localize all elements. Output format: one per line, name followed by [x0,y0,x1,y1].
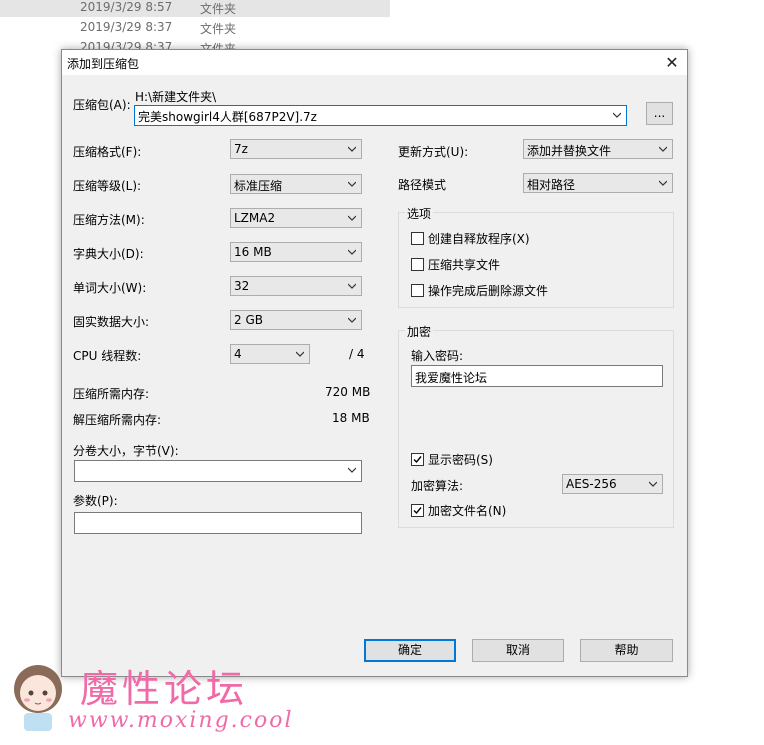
encrypt-names-checkbox[interactable] [411,504,424,517]
pathmode-label: 路径模式 [398,178,447,192]
format-select[interactable]: 7z [230,139,362,159]
chevron-down-icon [348,467,356,473]
browse-button[interactable]: ... [646,102,673,125]
password-value: 我爱魔性论坛 [415,371,488,385]
encryption-method-value: AES-256 [566,477,617,491]
encryption-group: 加密 输入密码: 我爱魔性论坛 显示密码(S) 加密算法: AES-256 加密… [398,323,674,528]
format-value: 7z [234,142,248,156]
word-select[interactable]: 32 [230,276,362,296]
format-label: 压缩格式(F): [73,145,142,159]
solid-select[interactable]: 2 GB [230,310,362,330]
show-password-label: 显示密码(S) [428,453,493,467]
level-select[interactable]: 标准压缩 [230,174,362,194]
options-group: 选项 创建自释放程序(X) 压缩共享文件 操作完成后删除源文件 [398,205,674,308]
encryption-method-select[interactable]: AES-256 [562,474,663,494]
shared-checkbox[interactable] [411,258,424,271]
ok-button[interactable]: 确定 [364,639,456,662]
level-value: 标准压缩 [234,179,283,193]
method-value: LZMA2 [234,211,276,225]
password-input[interactable]: 我爱魔性论坛 [411,365,663,387]
threads-value: 4 [234,347,242,361]
chevron-down-icon [348,181,356,187]
threads-total: / 4 [349,347,365,361]
file-type: 文件夹 [200,22,237,36]
mem-compress-label: 压缩所需内存: [73,387,150,401]
watermark-url: www.moxing.cool [68,708,294,733]
file-row[interactable]: 2019/3/29 8:57 文件夹 [0,0,390,17]
file-type: 文件夹 [200,2,237,16]
encryption-method-label: 加密算法: [411,479,464,493]
encrypt-names-label: 加密文件名(N) [428,504,507,518]
dialog-title: 添加到压缩包 [67,57,140,71]
chevron-down-icon [348,215,356,221]
encryption-title: 加密 [405,323,434,340]
method-label: 压缩方法(M): [73,213,145,227]
file-date: 2019/3/29 8:37 [80,20,173,34]
help-button[interactable]: 帮助 [580,639,673,662]
cancel-button[interactable]: 取消 [472,639,564,662]
threads-label: CPU 线程数: [73,349,142,363]
dict-select[interactable]: 16 MB [230,242,362,262]
word-value: 32 [234,279,250,293]
archive-name-combo[interactable]: 完美showgirl4人群[687P2V].7z [134,105,627,126]
solid-label: 固实数据大小: [73,315,150,329]
volume-combo[interactable] [74,460,362,482]
level-label: 压缩等级(L): [73,179,142,193]
file-row[interactable]: 2019/3/29 8:37 文件夹 [0,20,390,37]
volume-label: 分卷大小，字节(V): [73,444,179,458]
show-password-checkbox[interactable] [411,453,424,466]
pathmode-value: 相对路径 [527,178,576,192]
check-icon [413,456,422,464]
word-label: 单词大小(W): [73,281,147,295]
close-button[interactable]: ✕ [657,50,687,75]
options-title: 选项 [405,205,434,222]
dict-value: 16 MB [234,245,272,259]
params-input[interactable] [74,512,362,534]
update-label: 更新方式(U): [398,145,469,159]
delete-source-checkbox[interactable] [411,284,424,297]
chevron-down-icon [613,112,621,118]
sfx-label: 创建自释放程序(X) [428,232,530,246]
chevron-down-icon [649,481,657,487]
delete-source-label: 操作完成后删除源文件 [428,284,549,298]
chevron-down-icon [348,249,356,255]
title-bar[interactable]: 添加到压缩包 ✕ [62,50,687,75]
check-icon [413,507,422,515]
threads-select[interactable]: 4 [230,344,310,364]
file-date: 2019/3/29 8:57 [80,0,173,14]
params-label: 参数(P): [73,494,118,508]
method-select[interactable]: LZMA2 [230,208,362,228]
chevron-down-icon [296,351,304,357]
archive-label: 压缩包(A): [73,98,131,112]
mem-decompress-value: 18 MB [332,411,370,425]
dict-label: 字典大小(D): [73,247,144,261]
sfx-checkbox[interactable] [411,232,424,245]
chevron-down-icon [659,180,667,186]
archive-path: H:\新建文件夹\ [135,90,217,104]
chevron-down-icon [348,283,356,289]
mem-decompress-label: 解压缩所需内存: [73,413,162,427]
pathmode-select[interactable]: 相对路径 [523,173,673,193]
update-value: 添加并替换文件 [527,144,612,158]
update-select[interactable]: 添加并替换文件 [523,139,673,159]
add-to-archive-dialog: 添加到压缩包 ✕ 压缩包(A): H:\新建文件夹\ 完美showgirl4人群… [61,49,688,677]
watermark-title: 魔性论坛 [80,667,249,711]
shared-label: 压缩共享文件 [428,258,501,272]
chevron-down-icon [348,317,356,323]
chevron-down-icon [348,146,356,152]
mem-compress-value: 720 MB [325,385,371,399]
mascot-avatar-icon [14,665,62,731]
archive-name-value: 完美showgirl4人群[687P2V].7z [138,110,317,124]
password-label: 输入密码: [411,349,464,363]
solid-value: 2 GB [234,313,263,327]
chevron-down-icon [659,146,667,152]
